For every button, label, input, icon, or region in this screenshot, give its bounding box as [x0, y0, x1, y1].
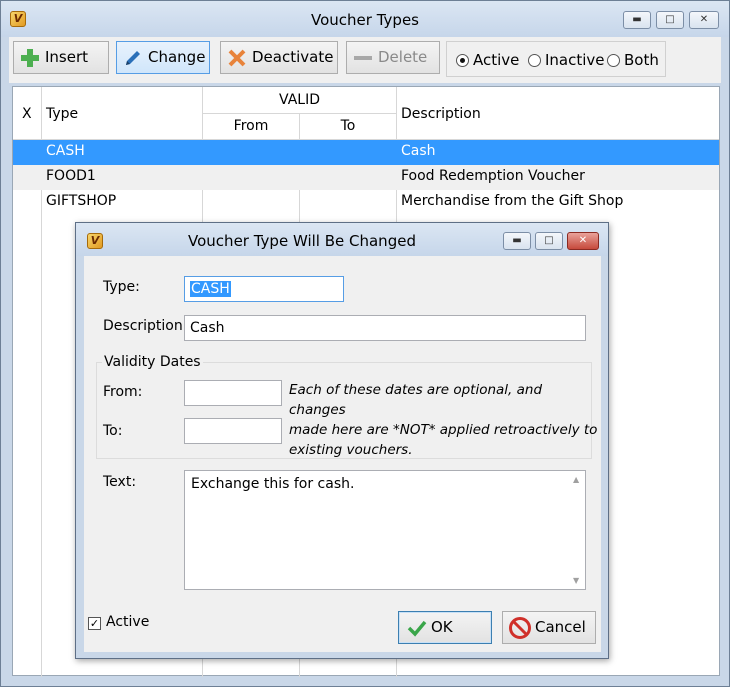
header-x[interactable]: X [22, 106, 32, 122]
header-type[interactable]: Type [46, 106, 78, 122]
scroll-up-icon[interactable]: ▲ [573, 475, 579, 484]
table-row[interactable]: GIFTSHOP Merchandise from the Gift Shop [13, 190, 719, 215]
hint-line-2: made here are *NOT* applied retroactivel… [289, 422, 598, 438]
dialog-title: Voucher Type Will Be Changed [188, 232, 416, 250]
filter-active-label: Active [473, 51, 520, 69]
validity-hint: Each of these dates are optional, and ch… [289, 380, 601, 460]
deactivate-button[interactable]: Deactivate [220, 41, 338, 74]
filter-both-label: Both [624, 51, 659, 69]
row-description: Cash [401, 143, 436, 159]
check-icon: ✓ [89, 617, 100, 630]
filter-inactive-label: Inactive [545, 51, 605, 69]
minus-icon [354, 56, 372, 60]
cancel-label: Cancel [535, 618, 586, 636]
status-filter: Active Inactive Both [446, 41, 666, 77]
from-date-input[interactable] [184, 380, 282, 406]
ok-label: OK [431, 618, 453, 636]
insert-label: Insert [45, 48, 89, 66]
radio-icon [607, 54, 620, 67]
deactivate-label: Deactivate [252, 48, 334, 66]
minimize-button[interactable]: ▬ [623, 11, 651, 29]
header-from[interactable]: From [203, 118, 299, 134]
close-button[interactable]: ✕ [689, 11, 719, 29]
type-value: CASH [190, 281, 231, 297]
checkmark-icon [407, 620, 427, 637]
type-input[interactable]: CASH [184, 276, 344, 302]
type-label: Type: [103, 279, 140, 295]
table-row[interactable]: CASH Cash [13, 140, 719, 165]
change-label: Change [148, 48, 206, 66]
validity-dates-label: Validity Dates [102, 354, 203, 370]
to-date-input[interactable] [184, 418, 282, 444]
dialog-body: Type: CASH Description: Cash Validity Da… [84, 256, 601, 652]
header-valid: VALID [279, 92, 320, 108]
window-title: Voucher Types [311, 11, 419, 29]
scroll-down-icon[interactable]: ▼ [573, 576, 579, 585]
radio-selected-icon [456, 54, 469, 67]
pencil-icon [126, 51, 140, 65]
x-icon [228, 49, 246, 67]
to-label: To: [103, 423, 123, 439]
header-to[interactable]: To [300, 118, 396, 134]
row-type: CASH [46, 143, 85, 159]
ok-button[interactable]: OK [398, 611, 492, 644]
delete-button[interactable]: Delete [346, 41, 440, 74]
change-button[interactable]: Change [116, 41, 210, 74]
row-type: GIFTSHOP [46, 193, 117, 209]
no-entry-icon [509, 617, 531, 639]
dialog-minimize-button[interactable]: ▬ [503, 232, 531, 250]
filter-inactive-radio[interactable]: Inactive [528, 51, 605, 69]
description-input[interactable]: Cash [184, 315, 586, 341]
delete-label: Delete [378, 48, 428, 66]
maximize-button[interactable]: □ [656, 11, 684, 29]
dialog-close-button[interactable]: ✕ [567, 232, 599, 250]
active-checkbox[interactable]: ✓ [88, 617, 101, 630]
description-label: Description: [103, 318, 188, 334]
text-label: Text: [103, 474, 137, 490]
toolbar: Insert Change Deactivate Delete Active I… [9, 37, 721, 83]
dialog-titlebar[interactable]: V Voucher Type Will Be Changed ▬ □ ✕ [76, 223, 608, 256]
window-titlebar[interactable]: V Voucher Types ▬ □ ✕ [1, 1, 729, 37]
from-label: From: [103, 384, 143, 400]
change-voucher-type-dialog: V Voucher Type Will Be Changed ▬ □ ✕ Typ… [75, 222, 609, 659]
plus-icon [21, 49, 39, 67]
radio-icon [528, 54, 541, 67]
dialog-maximize-button[interactable]: □ [535, 232, 563, 250]
table-row[interactable]: FOOD1 Food Redemption Voucher [13, 165, 719, 190]
filter-both-radio[interactable]: Both [607, 51, 659, 69]
cancel-button[interactable]: Cancel [502, 611, 596, 644]
active-label: Active [106, 614, 150, 630]
text-scrollbar[interactable]: ▲ ▼ [569, 471, 585, 589]
insert-button[interactable]: Insert [13, 41, 109, 74]
header-description[interactable]: Description [401, 106, 481, 122]
hint-line-1: Each of these dates are optional, and ch… [289, 382, 543, 418]
row-description: Food Redemption Voucher [401, 168, 585, 184]
text-value: Exchange this for cash. [191, 476, 355, 492]
text-area[interactable]: Exchange this for cash. ▲ ▼ [184, 470, 586, 590]
hint-line-3: existing vouchers. [289, 442, 413, 458]
row-type: FOOD1 [46, 168, 96, 184]
row-description: Merchandise from the Gift Shop [401, 193, 624, 209]
filter-active-radio[interactable]: Active [456, 51, 519, 69]
